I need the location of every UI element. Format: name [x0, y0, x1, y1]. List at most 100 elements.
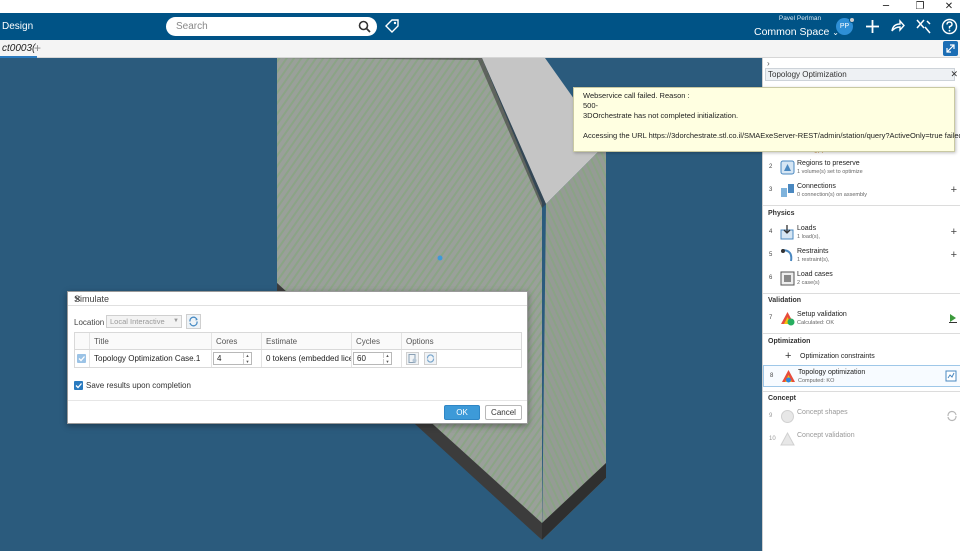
cores-stepper[interactable]: 4 ▲ ▼ — [213, 352, 252, 365]
connections-icon — [781, 184, 794, 197]
space-selector[interactable]: Common Space ⌄ — [754, 26, 839, 38]
decrement-icon[interactable]: ▼ — [383, 359, 391, 364]
cancel-button[interactable]: Cancel — [485, 405, 522, 420]
table-header: Title Cores Estimate Cycles Options — [74, 332, 522, 350]
decrement-icon[interactable]: ▼ — [243, 359, 251, 364]
step-setup-validation[interactable]: 7 Setup validation Calculated: OK — [763, 308, 960, 330]
add-connection-button[interactable]: + — [951, 184, 957, 196]
search-input[interactable] — [176, 19, 346, 34]
step-loads[interactable]: 4 Loads 1 load(s), + — [763, 222, 960, 244]
options-refresh-button[interactable] — [424, 352, 437, 365]
step-number: 4 — [769, 229, 773, 235]
column-cores[interactable]: Cores — [211, 333, 261, 349]
step-title: Restraints — [797, 248, 829, 255]
step-number: 5 — [769, 252, 773, 258]
step-connections[interactable]: 3 Connections 0 connection(s) on assembl… — [763, 180, 960, 202]
step-title: Load cases — [797, 271, 833, 278]
app-name[interactable]: Design — [2, 21, 33, 32]
cores-cell: 4 ▲ ▼ — [211, 350, 261, 367]
step-regions-to-preserve[interactable]: 2 Regions to preserve 1 volume(s) set to… — [763, 157, 960, 179]
share-icon[interactable] — [889, 18, 906, 35]
run-icon[interactable] — [948, 313, 958, 323]
results-icon[interactable] — [945, 370, 957, 382]
save-results-checkbox[interactable] — [74, 381, 83, 390]
add-constraint-icon[interactable]: + — [785, 350, 791, 362]
restraints-icon — [781, 249, 793, 262]
estimate-value: 0 tokens (embedded lice... — [261, 350, 351, 367]
tab-active-document[interactable]: ct0003( — [0, 42, 38, 58]
location-select[interactable]: Local Interactive ▼ — [106, 315, 182, 328]
table-row[interactable]: Topology Optimization Case.1 4 ▲ ▼ 0 tok… — [74, 350, 522, 368]
section-divider — [763, 333, 960, 334]
tools-icon[interactable] — [915, 18, 932, 35]
search-box[interactable] — [166, 17, 377, 36]
checkmark-icon — [75, 383, 82, 389]
location-label: Location — [74, 318, 105, 327]
tooltip-line: Accessing the URL https://3dorchestrate.… — [583, 131, 960, 140]
concept-validation-icon — [780, 431, 795, 446]
step-concept-validation[interactable]: 10 Concept validation — [763, 429, 960, 451]
save-results-label[interactable]: Save results upon completion — [86, 381, 191, 390]
collapse-panel-button[interactable]: › — [767, 59, 770, 68]
optimization-constraints-item[interactable]: Optimization constraints — [800, 353, 875, 360]
document-gear-icon — [408, 354, 417, 363]
column-estimate[interactable]: Estimate — [261, 333, 351, 349]
options-settings-button[interactable] — [406, 352, 419, 365]
step-concept-shapes[interactable]: 9 Concept shapes — [763, 406, 960, 428]
step-number: 3 — [769, 187, 773, 193]
step-number: 8 — [770, 373, 774, 379]
panel-title[interactable]: Topology Optimization — [765, 68, 955, 81]
tooltip-line: 3DOrchestrate has not completed initiali… — [583, 111, 739, 120]
close-panel-button[interactable]: ✕ — [950, 69, 958, 80]
close-dialog-button[interactable]: ✕ — [74, 294, 523, 305]
step-title: Concept shapes — [797, 409, 848, 416]
tooltip-line: 500- — [583, 101, 599, 110]
plus-icon[interactable] — [864, 18, 881, 35]
cycles-value: 60 — [357, 354, 366, 363]
refresh-icon — [426, 354, 435, 363]
refresh-icon — [189, 316, 198, 327]
simulation-cases-table: Title Cores Estimate Cycles Options Topo… — [74, 332, 522, 368]
section-divider — [763, 293, 960, 294]
step-number: 2 — [769, 164, 773, 170]
cycles-stepper[interactable]: 60 ▲ ▼ — [353, 352, 392, 365]
maximize-window-button[interactable]: ❐ — [906, 0, 934, 13]
minimize-window-button[interactable]: ─ — [872, 0, 900, 13]
checkmark-icon — [78, 356, 85, 362]
expand-view-button[interactable] — [943, 41, 958, 56]
column-cycles[interactable]: Cycles — [351, 333, 401, 349]
column-options[interactable]: Options — [401, 333, 521, 349]
tag-icon[interactable] — [384, 18, 400, 34]
step-subtitle: 1 restraint(s), — [797, 257, 830, 263]
case-checkbox[interactable] — [77, 354, 86, 363]
section-physics: Physics — [768, 210, 795, 217]
step-number: 10 — [769, 436, 776, 442]
step-load-cases[interactable]: 6 Load cases 2 case(s) — [763, 268, 960, 290]
step-number: 9 — [769, 413, 773, 419]
step-number: 7 — [769, 315, 773, 321]
add-tab-button[interactable]: + — [34, 41, 41, 55]
add-restraint-button[interactable]: + — [951, 249, 957, 261]
increment-icon[interactable]: ▲ — [243, 353, 251, 358]
close-window-button[interactable]: ✕ — [935, 0, 960, 13]
section-validation: Validation — [768, 297, 802, 304]
increment-icon[interactable]: ▲ — [383, 353, 391, 358]
top-toolbar: Design Pavel Perlman Common Space ⌄ PP — [0, 13, 960, 40]
step-subtitle: 0 connection(s) on assembly — [797, 192, 868, 198]
ok-button[interactable]: OK — [444, 405, 480, 420]
search-icon[interactable] — [358, 20, 371, 33]
case-title: Topology Optimization Case.1 — [89, 350, 211, 367]
dialog-title-bar[interactable]: Simulate ✕ — [68, 292, 527, 306]
options-cell — [401, 350, 521, 367]
step-topology-optimization[interactable]: 8 Topology optimization Computed: KO — [763, 365, 960, 387]
step-restraints[interactable]: 5 Restraints 1 restraint(s), + — [763, 245, 960, 267]
load-cases-icon — [780, 271, 795, 286]
help-icon[interactable] — [941, 18, 958, 35]
refresh-location-button[interactable] — [186, 314, 201, 329]
step-title: Topology optimization — [798, 369, 866, 376]
column-title[interactable]: Title — [89, 333, 211, 349]
regions-icon — [780, 160, 795, 175]
loads-icon — [780, 225, 794, 240]
add-load-button[interactable]: + — [951, 226, 957, 238]
sync-icon[interactable] — [946, 410, 958, 422]
